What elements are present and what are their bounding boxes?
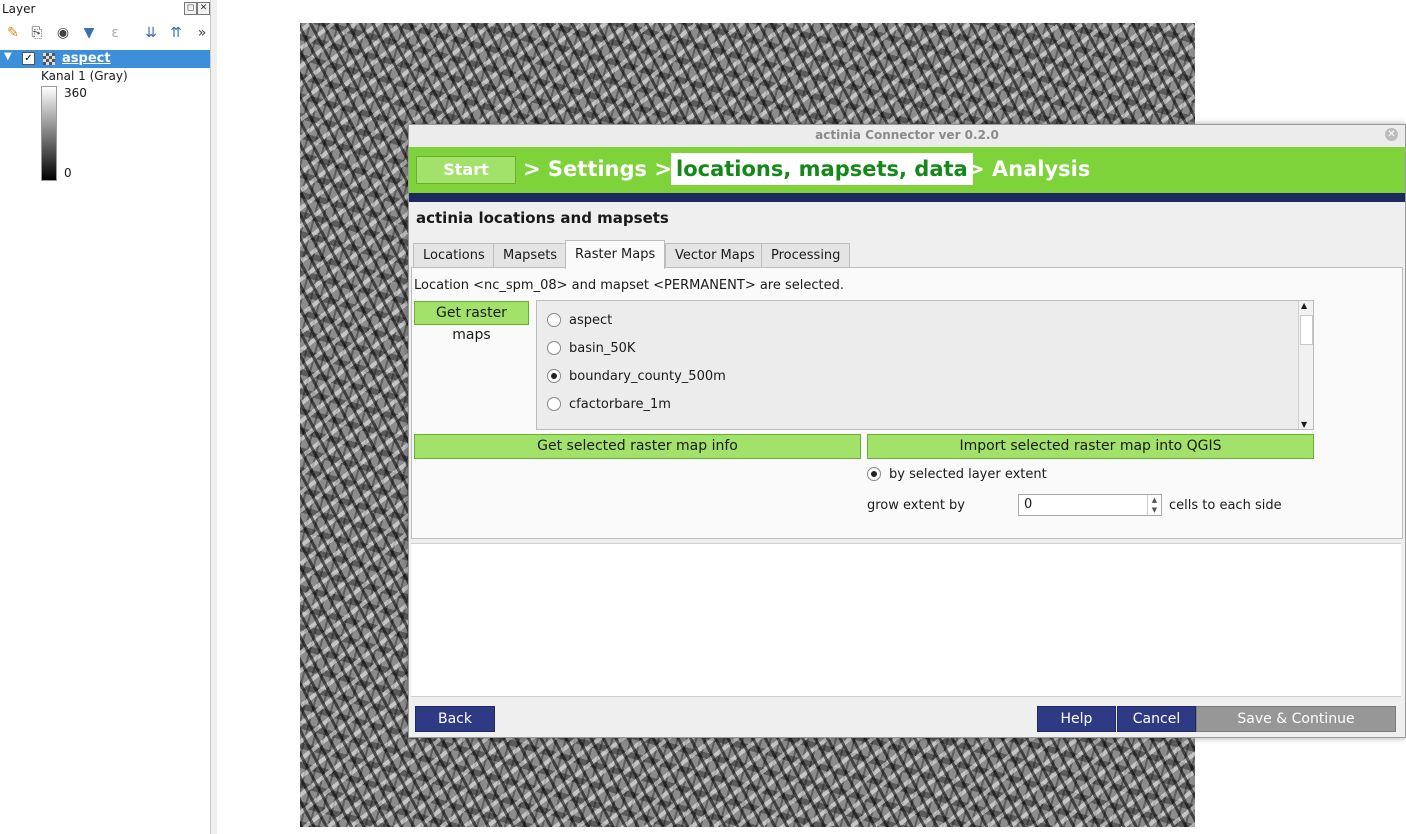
wizard-step-analysis: > Analysis [967, 157, 1091, 181]
tab-vector-maps[interactable]: Vector Maps [665, 243, 765, 268]
wizard-step-current: locations, mapsets, data [671, 153, 973, 185]
radio-button[interactable] [547, 340, 561, 355]
list-item[interactable]: basin_50K [547, 338, 635, 360]
map-name: basin_50K [569, 341, 636, 356]
visibility-eye-icon[interactable]: ◉ [54, 24, 72, 42]
wizard-step-settings: > Settings > [523, 157, 672, 181]
legend-gradient [41, 86, 57, 181]
expand-all-icon[interactable]: ⇊ [142, 24, 160, 42]
legend-max-value: 360 [64, 86, 87, 100]
more-icon[interactable]: » [193, 24, 211, 42]
import-map-button[interactable]: Import selected raster map into QGIS [867, 434, 1314, 459]
tab-locations[interactable]: Locations [413, 243, 495, 268]
radio-button-selected[interactable] [867, 466, 881, 481]
style-brush-icon[interactable]: ✎ [4, 24, 22, 42]
layer-extent-label: by selected layer extent [889, 467, 1047, 482]
list-scrollbar[interactable]: ▲ ▼ [1298, 301, 1313, 429]
expression-filter-icon[interactable]: ε [106, 24, 124, 42]
layers-panel-title: Layer [2, 2, 36, 16]
grow-extent-spinbox[interactable]: 0 ▲ ▼ [1018, 494, 1162, 516]
list-item[interactable]: cfactorbare_1m [547, 394, 671, 416]
collapse-all-icon[interactable]: ⇈ [167, 24, 185, 42]
layers-toolbar: ✎ ⎘ ◉ ▼ ε ⇊ ⇈ » [0, 20, 210, 46]
list-item[interactable]: boundary_county_500m [547, 366, 726, 388]
panel-splitter[interactable] [211, 0, 217, 834]
actinia-connector-dialog: actinia Connector ver 0.2.0 ✕ Start > Se… [408, 124, 1406, 738]
layer-name[interactable]: aspect [62, 51, 111, 66]
close-icon[interactable]: ✕ [1385, 128, 1398, 141]
get-map-info-button[interactable]: Get selected raster map info [414, 434, 861, 459]
collapse-arrow-icon[interactable]: ▼ [4, 51, 12, 62]
radio-button[interactable] [547, 396, 561, 411]
selection-status: Location <nc_spm_08> and mapset <PERMANE… [414, 278, 845, 293]
page-title: actinia locations and mapsets [416, 209, 669, 227]
get-raster-maps-button[interactable]: Get raster maps [414, 301, 529, 343]
add-group-icon[interactable]: ⎘ [28, 24, 46, 42]
scroll-down-icon[interactable]: ▼ [1301, 420, 1307, 429]
tab-processing[interactable]: Processing [761, 243, 851, 268]
scrollbar-thumb[interactable] [1300, 315, 1313, 345]
grow-extent-label: grow extent by [867, 498, 966, 513]
grow-extent-value[interactable]: 0 [1024, 497, 1032, 512]
dialog-title: actinia Connector ver 0.2.0 [815, 128, 999, 142]
raster-layer-icon [43, 53, 55, 65]
filter-icon[interactable]: ▼ [80, 24, 98, 42]
close-panel-icon[interactable]: ✕ [197, 2, 210, 15]
start-step-button[interactable]: Start [416, 156, 516, 184]
scroll-up-icon[interactable]: ▲ [1301, 301, 1307, 310]
spin-arrows-icon[interactable]: ▲ ▼ [1147, 495, 1161, 515]
legend-band-label: Kanal 1 (Gray) [41, 69, 128, 83]
dialog-titlebar[interactable]: actinia Connector ver 0.2.0 ✕ [409, 125, 1405, 147]
tab-mapsets[interactable]: Mapsets [493, 243, 568, 268]
layers-panel: Layer ◻ ✕ ✎ ⎘ ◉ ▼ ε ⇊ ⇈ » ▼ ✓ aspect Kan… [0, 0, 211, 834]
raster-maps-panel: Location <nc_spm_08> and mapset <PERMANE… [411, 267, 1403, 539]
cancel-button[interactable]: Cancel [1117, 706, 1196, 732]
list-item[interactable]: aspect [547, 310, 612, 332]
layer-visibility-checkbox[interactable]: ✓ [22, 52, 35, 65]
help-button[interactable]: Help [1037, 706, 1116, 732]
map-name: cfactorbare_1m [569, 397, 671, 412]
float-panel-icon[interactable]: ◻ [184, 2, 197, 15]
tab-raster-maps[interactable]: Raster Maps [565, 240, 666, 269]
radio-button[interactable] [547, 312, 561, 327]
radio-button-selected[interactable] [547, 368, 561, 383]
output-area [411, 543, 1401, 697]
wizard-divider [409, 193, 1405, 202]
layer-tree-item-aspect[interactable]: ▼ ✓ aspect [0, 50, 210, 68]
grow-extent-suffix: cells to each side [1169, 498, 1282, 513]
wizard-steps-bar: Start > Settings > locations, mapsets, d… [409, 147, 1405, 193]
legend-min-value: 0 [64, 166, 72, 180]
map-name: aspect [569, 313, 613, 328]
map-name: boundary_county_500m [569, 369, 726, 384]
layer-extent-option[interactable]: by selected layer extent [867, 466, 1047, 482]
raster-map-list[interactable]: aspect basin_50K boundary_county_500m cf… [536, 300, 1314, 430]
save-continue-button[interactable]: Save & Continue [1196, 706, 1396, 732]
back-button[interactable]: Back [415, 706, 495, 732]
